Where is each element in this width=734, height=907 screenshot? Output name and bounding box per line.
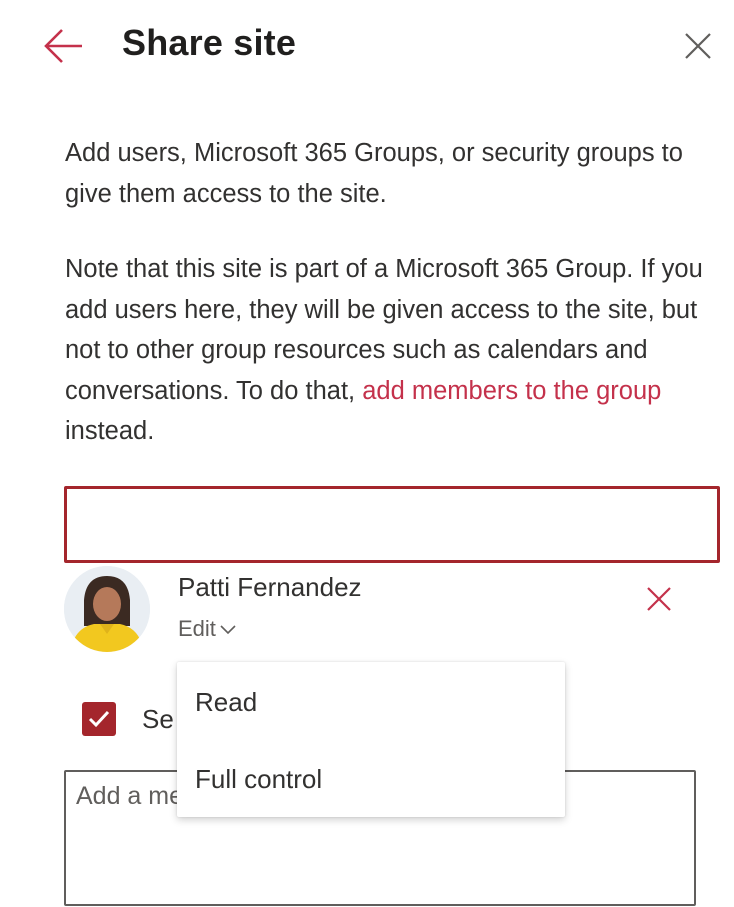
back-button[interactable] [42, 26, 86, 66]
close-button[interactable] [680, 28, 716, 64]
user-photo [64, 566, 150, 652]
permission-label: Edit [178, 616, 216, 641]
close-icon [685, 33, 711, 59]
group-note: Note that this site is part of a Microso… [65, 249, 705, 452]
menu-item-full-control[interactable]: Full control [195, 764, 555, 795]
avatar [64, 566, 150, 652]
close-icon [647, 587, 671, 611]
permission-dropdown[interactable]: Edit [178, 616, 236, 642]
send-email-label: Se [142, 704, 174, 734]
panel-title: Share site [122, 22, 297, 63]
people-picker-input[interactable] [64, 486, 720, 563]
add-members-link[interactable]: add members to the group [362, 377, 661, 405]
send-email-checkbox[interactable] [82, 702, 116, 736]
permission-menu: Read Full control [177, 662, 565, 817]
person-name: Patti Fernandez [178, 572, 362, 602]
description-text: Add users, Microsoft 365 Groups, or secu… [65, 139, 683, 208]
group-note-suffix: instead. [65, 417, 155, 445]
remove-person-button[interactable] [643, 583, 675, 615]
arrow-left-icon [44, 29, 82, 63]
menu-item-read[interactable]: Read [195, 687, 555, 718]
checkmark-icon [88, 710, 110, 728]
chevron-down-icon [220, 625, 236, 635]
